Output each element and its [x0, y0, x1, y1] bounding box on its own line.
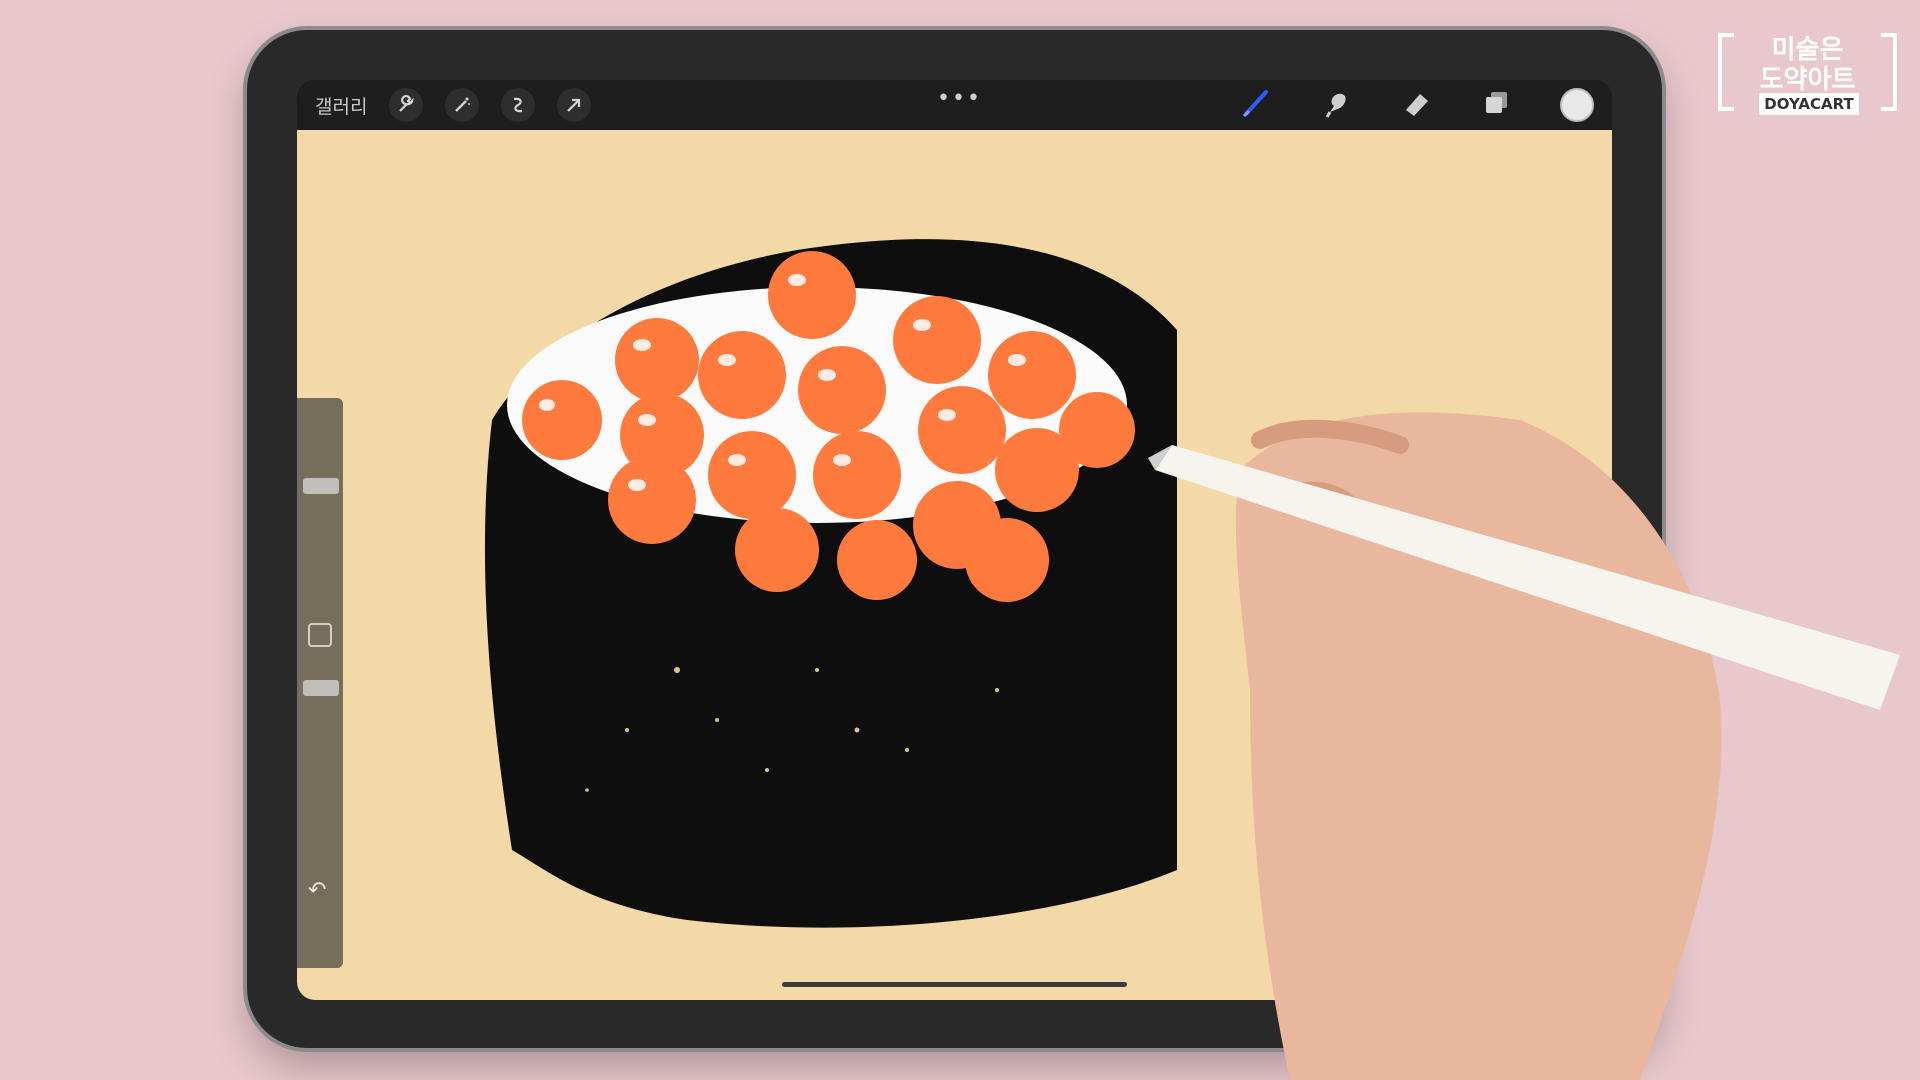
top-toolbar: 갤러리 •••: [297, 80, 1612, 130]
transform-arrow-icon[interactable]: [557, 88, 592, 122]
selection-icon[interactable]: [501, 88, 536, 122]
procreate-screen: 갤러리 ••• ↶: [297, 80, 1612, 1000]
layers-icon[interactable]: [1480, 86, 1514, 124]
wrench-icon[interactable]: [389, 88, 424, 122]
toolbar-right: [1240, 80, 1594, 130]
brush-icon[interactable]: [1240, 86, 1274, 124]
drawing-canvas[interactable]: ↶: [297, 130, 1612, 1000]
eraser-icon[interactable]: [1400, 86, 1434, 124]
brush-size-slider[interactable]: [303, 478, 339, 494]
doyacart-logo: 미술은 도약아트 DOYACART: [1715, 25, 1900, 115]
toolbar-left: 갤러리: [315, 80, 592, 130]
magic-wand-icon[interactable]: [445, 88, 480, 122]
brush-slider-sidebar: ↶: [297, 398, 343, 968]
logo-line-3: DOYACART: [1759, 93, 1859, 115]
color-picker-swatch[interactable]: [1560, 88, 1594, 122]
home-indicator: [782, 982, 1127, 987]
modify-button[interactable]: [308, 623, 332, 647]
smudge-icon[interactable]: [1320, 86, 1354, 124]
logo-line-2: 도약아트: [1759, 65, 1856, 95]
ikura-sushi-illustration: [484, 239, 1178, 928]
more-options-icon[interactable]: •••: [937, 86, 982, 111]
brush-opacity-slider[interactable]: [303, 680, 339, 696]
undo-icon[interactable]: ↶: [308, 878, 326, 903]
gallery-button[interactable]: 갤러리: [315, 92, 367, 119]
